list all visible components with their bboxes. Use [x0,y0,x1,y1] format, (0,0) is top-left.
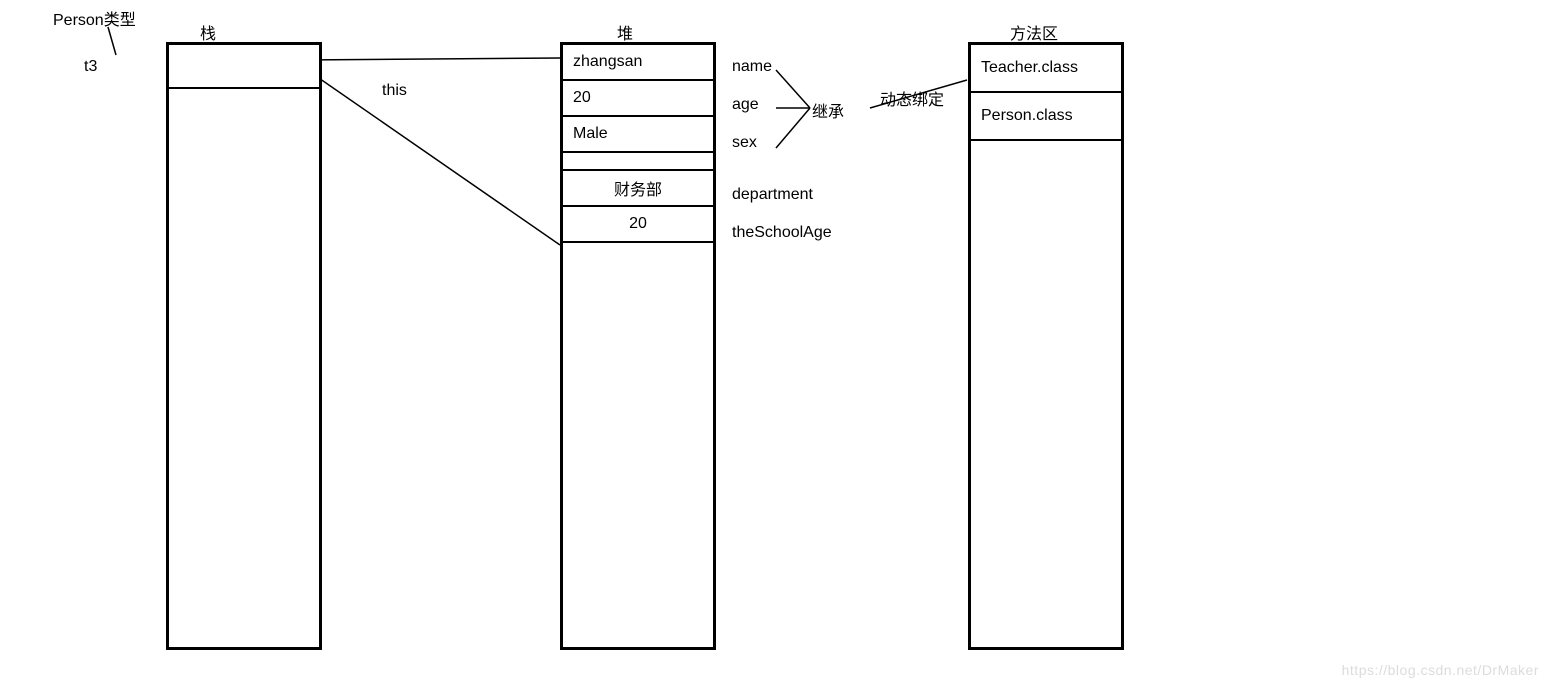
heap-cell-name: zhangsan [563,45,713,81]
heap-gap [563,153,713,171]
stack-cell-t3 [169,45,319,89]
heap-label-sex: sex [732,134,757,152]
heap-cell-schoolage: 20 [563,207,713,243]
label-inherit: 继承 [812,98,844,122]
heap-cell-department: 财务部 [563,171,713,207]
heap-label-age: age [732,96,759,114]
heap-label-department: department [732,186,813,204]
method-area-person: Person.class [971,93,1121,141]
label-dynamic-binding: 动态绑定 [880,86,944,110]
label-this: this [382,82,407,100]
heap-cell-age: 20 [563,81,713,117]
stack-title: 栈 [200,20,216,44]
method-area-title: 方法区 [1010,20,1058,44]
heap-title: 堆 [617,20,633,44]
heap-cell-sex: Male [563,117,713,153]
method-area-teacher: Teacher.class [971,45,1121,93]
method-area-box: Teacher.class Person.class [968,42,1124,650]
heap-label-name: name [732,58,772,76]
label-person-type: Person类型 [53,6,136,30]
heap-label-schoolage: theSchoolAge [732,224,832,242]
stack-box [166,42,322,650]
watermark: https://blog.csdn.net/DrMaker [1342,662,1539,678]
label-t3: t3 [84,58,97,76]
heap-box: zhangsan 20 Male 财务部 20 [560,42,716,650]
